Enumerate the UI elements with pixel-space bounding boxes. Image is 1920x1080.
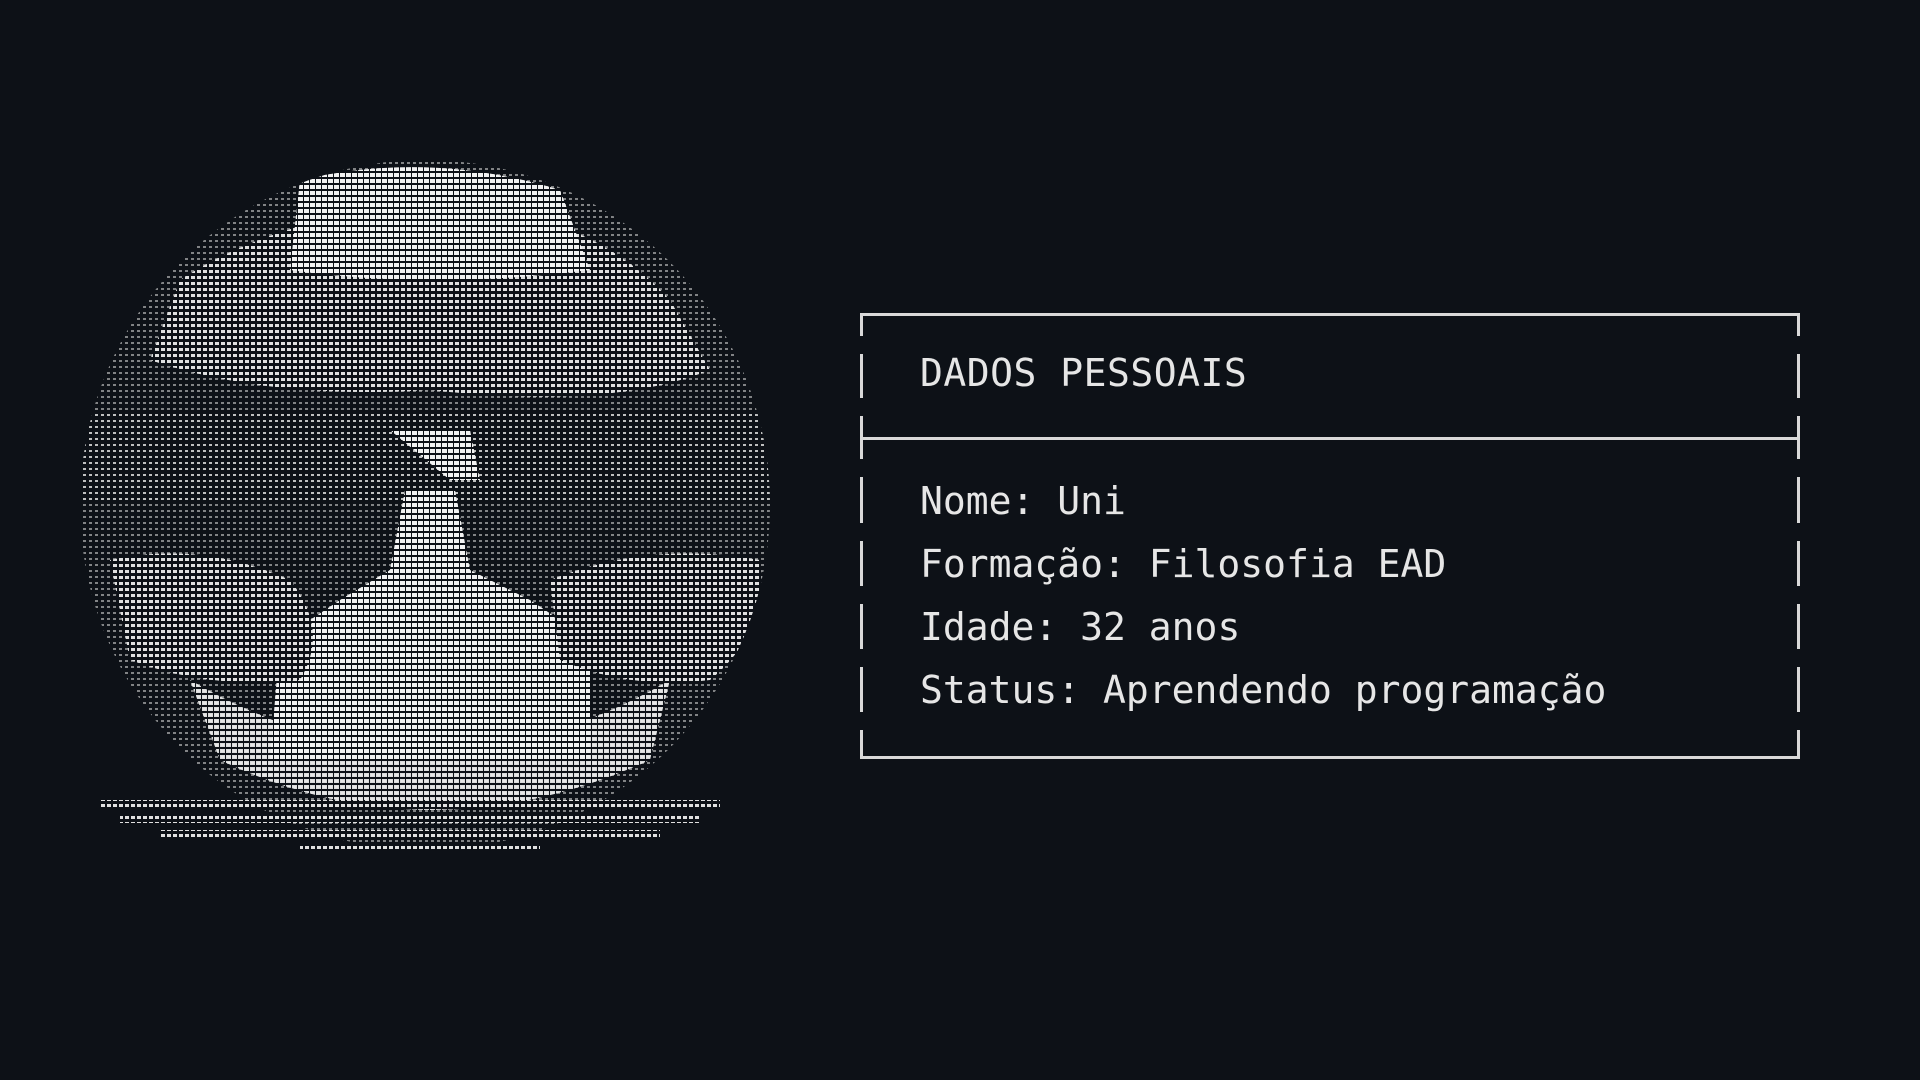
name-label: Nome: — [920, 479, 1035, 523]
card-title-divider — [860, 437, 1800, 440]
education-label: Formação: — [920, 542, 1126, 586]
age-value: 32 anos — [1080, 605, 1241, 649]
card-title: DADOS PESSOAIS — [920, 351, 1248, 395]
card-top-border — [860, 313, 1800, 316]
education-row: Formação: Filosofia EAD — [920, 542, 1446, 586]
personal-data-card: DADOS PESSOAIS Nome: Uni Formação: Filos… — [859, 313, 1801, 759]
status-row: Status: Aprendendo programação — [920, 668, 1606, 712]
card-bottom-border — [860, 756, 1800, 759]
education-value: Filosofia EAD — [1148, 542, 1447, 586]
age-row: Idade: 32 anos — [920, 605, 1240, 649]
name-value: Uni — [1057, 479, 1126, 523]
status-value: Aprendendo programação — [1103, 668, 1607, 712]
status-label: Status: — [920, 668, 1081, 712]
page: DADOS PESSOAIS Nome: Uni Formação: Filos… — [0, 0, 1920, 1080]
ascii-art-sphere-image — [80, 160, 770, 851]
age-label: Idade: — [920, 605, 1058, 649]
name-row: Nome: Uni — [920, 479, 1126, 523]
